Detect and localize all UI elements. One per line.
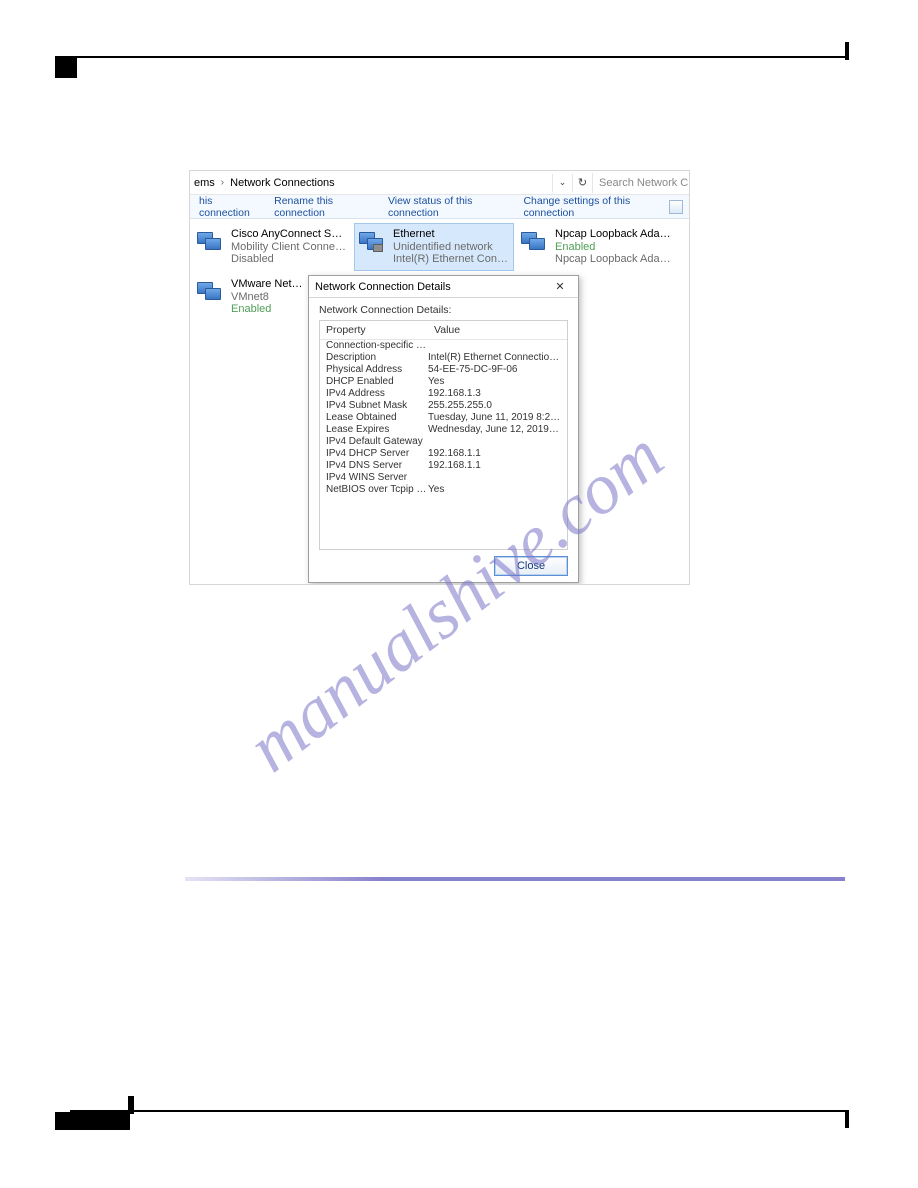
connection-title: Ethernet xyxy=(393,228,509,241)
table-row[interactable]: IPv4 Subnet Mask255.255.255.0 xyxy=(320,400,567,412)
search-input[interactable]: Search Network C xyxy=(592,173,689,193)
chevron-down-icon: ⌄ xyxy=(559,177,567,188)
connection-status: Intel(R) Ethernet Connectio... xyxy=(393,253,509,266)
page-top-rule xyxy=(70,56,848,68)
breadcrumb-dropdown-button[interactable]: ⌄ xyxy=(552,174,572,192)
toolbar-disable[interactable]: his connection xyxy=(190,195,265,219)
table-row[interactable]: IPv4 WINS Server xyxy=(320,472,567,484)
close-button[interactable]: Close xyxy=(494,556,568,576)
corner-marker-top-right xyxy=(845,42,849,60)
connection-subtitle: Unidentified network xyxy=(393,241,509,254)
toolbar-change-settings[interactable]: Change settings of this connection xyxy=(514,195,669,219)
breadcrumb-partial[interactable]: ems xyxy=(194,177,215,189)
connection-title: VMware Network Ada xyxy=(231,278,307,291)
property-cell: IPv4 WINS Server xyxy=(320,472,428,484)
connection-subtitle: VMnet8 xyxy=(231,291,307,304)
connection-item-vmware[interactable]: VMware Network Ada VMnet8 Enabled xyxy=(192,273,312,321)
connection-title: Cisco AnyConnect Secure xyxy=(231,228,347,241)
property-cell: IPv4 Default Gateway xyxy=(320,436,428,448)
connection-subtitle: Mobility Client Connection xyxy=(231,241,347,254)
table-row[interactable]: Lease ExpiresWednesday, June 12, 2019 12… xyxy=(320,424,567,436)
value-cell: 192.168.1.1 xyxy=(428,448,567,460)
corner-tick-bottom-left xyxy=(128,1096,134,1114)
breadcrumb-bar: ems › Network Connections ⌄ ↻ Search Net… xyxy=(190,171,689,195)
property-cell: Lease Obtained xyxy=(320,412,428,424)
value-cell: Yes xyxy=(428,484,567,496)
refresh-icon: ↻ xyxy=(578,176,587,189)
value-cell: 54-EE-75-DC-9F-06 xyxy=(428,364,567,376)
property-cell: DHCP Enabled xyxy=(320,376,428,388)
connection-item-npcap[interactable]: Npcap Loopback Adapter Enabled Npcap Loo… xyxy=(516,223,676,271)
property-cell: Connection-specific DNS S... xyxy=(320,340,428,352)
table-row[interactable]: Physical Address54-EE-75-DC-9F-06 xyxy=(320,364,567,376)
value-cell: Wednesday, June 12, 2019 12:40:20 PM xyxy=(428,424,567,436)
connection-item-cisco[interactable]: Cisco AnyConnect Secure Mobility Client … xyxy=(192,223,352,271)
table-row[interactable]: NetBIOS over Tcpip Enabl...Yes xyxy=(320,484,567,496)
table-row[interactable]: DHCP EnabledYes xyxy=(320,376,567,388)
connection-status: Enabled xyxy=(231,303,307,316)
search-placeholder: Search Network C xyxy=(599,177,688,189)
network-adapter-icon xyxy=(521,228,549,256)
table-row[interactable]: IPv4 Address192.168.1.3 xyxy=(320,388,567,400)
table-row[interactable]: Connection-specific DNS S... xyxy=(320,340,567,352)
column-header-value[interactable]: Value xyxy=(428,321,567,339)
toolbar-view-status[interactable]: View status of this connection xyxy=(379,195,515,219)
dialog-close-button[interactable]: ✕ xyxy=(548,278,572,296)
grid-rows: Connection-specific DNS S...DescriptionI… xyxy=(320,340,567,496)
table-row[interactable]: DescriptionIntel(R) Ethernet Connection … xyxy=(320,352,567,364)
column-header-property[interactable]: Property xyxy=(320,321,428,339)
value-cell xyxy=(428,340,567,352)
page-bottom-rule xyxy=(70,1110,848,1112)
dialog-title: Network Connection Details xyxy=(315,281,451,293)
toolbar-rename[interactable]: Rename this connection xyxy=(265,195,379,219)
grid-header: Property Value xyxy=(320,321,567,340)
value-cell: Tuesday, June 11, 2019 8:25:33 AM xyxy=(428,412,567,424)
property-cell: IPv4 DNS Server xyxy=(320,460,428,472)
table-row[interactable]: IPv4 DNS Server192.168.1.1 xyxy=(320,460,567,472)
value-cell xyxy=(428,472,567,484)
corner-marker-bottom-left xyxy=(55,1112,130,1130)
section-divider xyxy=(185,877,845,881)
corner-marker-top-left xyxy=(55,56,77,78)
refresh-button[interactable]: ↻ xyxy=(572,174,592,192)
network-connections-window: ems › Network Connections ⌄ ↻ Search Net… xyxy=(189,170,690,585)
dialog-subtitle: Network Connection Details: xyxy=(319,304,568,316)
details-grid: Property Value Connection-specific DNS S… xyxy=(319,320,568,550)
property-cell: IPv4 DHCP Server xyxy=(320,448,428,460)
network-adapter-icon xyxy=(197,278,225,306)
value-cell: 192.168.1.3 xyxy=(428,388,567,400)
network-connection-details-dialog: Network Connection Details ✕ Network Con… xyxy=(308,275,579,583)
property-cell: Physical Address xyxy=(320,364,428,376)
network-adapter-icon xyxy=(359,228,387,256)
value-cell: Intel(R) Ethernet Connection (4) I219-LM xyxy=(428,352,567,364)
value-cell: 192.168.1.1 xyxy=(428,460,567,472)
table-row[interactable]: IPv4 Default Gateway xyxy=(320,436,567,448)
view-options-icon[interactable] xyxy=(669,200,683,214)
property-cell: NetBIOS over Tcpip Enabl... xyxy=(320,484,428,496)
breadcrumb-current[interactable]: Network Connections xyxy=(230,177,335,189)
connection-status: Npcap Loopback Adapter xyxy=(555,253,671,266)
connection-status: Disabled xyxy=(231,253,347,266)
property-cell: Description xyxy=(320,352,428,364)
chevron-right-icon: › xyxy=(215,177,230,188)
connection-subtitle: Enabled xyxy=(555,241,671,254)
value-cell: 255.255.255.0 xyxy=(428,400,567,412)
property-cell: IPv4 Address xyxy=(320,388,428,400)
dialog-titlebar: Network Connection Details ✕ xyxy=(309,276,578,298)
connection-item-ethernet[interactable]: Ethernet Unidentified network Intel(R) E… xyxy=(354,223,514,271)
network-adapter-icon xyxy=(197,228,225,256)
table-row[interactable]: IPv4 DHCP Server192.168.1.1 xyxy=(320,448,567,460)
toolbar: his connection Rename this connection Vi… xyxy=(190,195,689,219)
property-cell: Lease Expires xyxy=(320,424,428,436)
close-button-label: Close xyxy=(517,560,545,572)
close-icon: ✕ xyxy=(555,280,564,293)
corner-marker-bottom-right xyxy=(845,1110,849,1128)
value-cell xyxy=(428,436,567,448)
connection-title: Npcap Loopback Adapter xyxy=(555,228,671,241)
property-cell: IPv4 Subnet Mask xyxy=(320,400,428,412)
table-row[interactable]: Lease ObtainedTuesday, June 11, 2019 8:2… xyxy=(320,412,567,424)
value-cell: Yes xyxy=(428,376,567,388)
